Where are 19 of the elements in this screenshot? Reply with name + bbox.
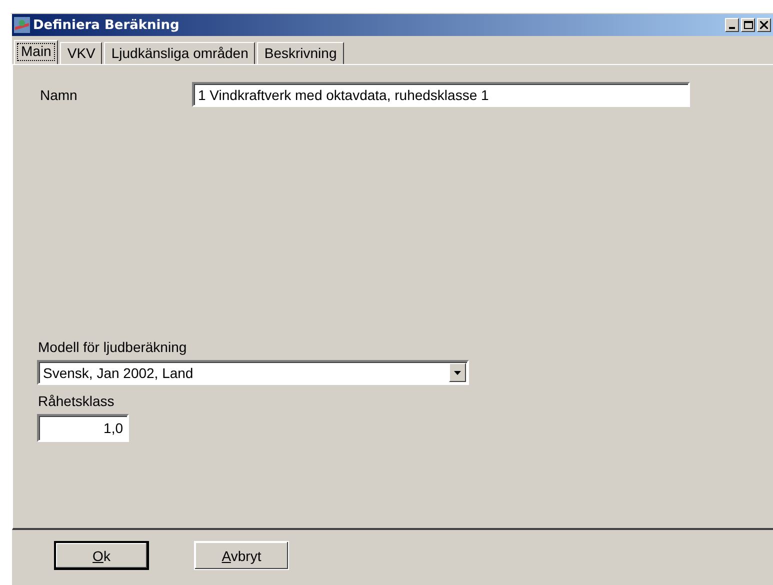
tab[interactable]: Main	[14, 40, 58, 64]
cancel-button[interactable]: Avbryt	[194, 541, 289, 570]
tab[interactable]: Beskrivning	[257, 42, 344, 64]
maximize-button[interactable]	[741, 18, 755, 32]
name-field[interactable]: 1 Vindkraftverk med oktavdata, ruhedsklasse 1	[192, 82, 690, 107]
window-title: Definiera Beräkning	[33, 18, 180, 32]
tab[interactable]: Ljudkänsliga områden	[104, 42, 256, 64]
maximize-icon	[744, 21, 752, 29]
close-icon	[760, 21, 768, 29]
minimize-button[interactable]	[725, 18, 739, 32]
close-button[interactable]	[757, 18, 771, 32]
roughness-field[interactable]: 1,0	[37, 414, 129, 442]
ok-button[interactable]: Ok	[54, 541, 149, 570]
field-label: Namn	[39, 86, 78, 102]
field-label: Råhetsklass	[38, 393, 116, 409]
app-icon	[14, 17, 30, 33]
model-dropdown[interactable]: Svensk, Jan 2002, Land	[37, 360, 469, 385]
field-label: Modell för ljudberäkning	[38, 339, 188, 355]
tab[interactable]: VKV	[60, 42, 102, 64]
